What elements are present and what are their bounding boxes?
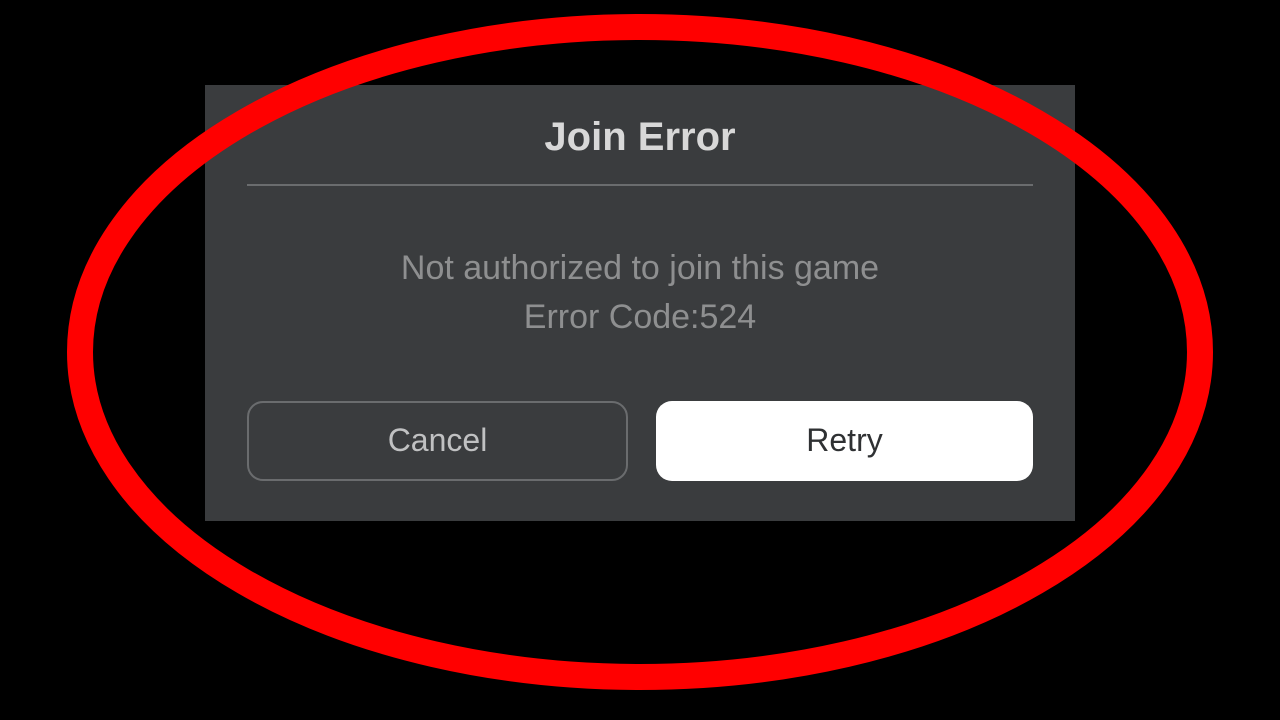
retry-button[interactable]: Retry (656, 401, 1033, 481)
dialog-divider (247, 184, 1033, 186)
dialog-button-row: Cancel Retry (247, 401, 1033, 481)
dialog-message: Not authorized to join this game Error C… (247, 244, 1033, 343)
error-dialog: Join Error Not authorized to join this g… (205, 85, 1075, 521)
dialog-title: Join Error (247, 115, 1033, 160)
cancel-button[interactable]: Cancel (247, 401, 628, 481)
dialog-message-line2: Error Code:524 (247, 293, 1033, 342)
dialog-message-line1: Not authorized to join this game (247, 244, 1033, 293)
